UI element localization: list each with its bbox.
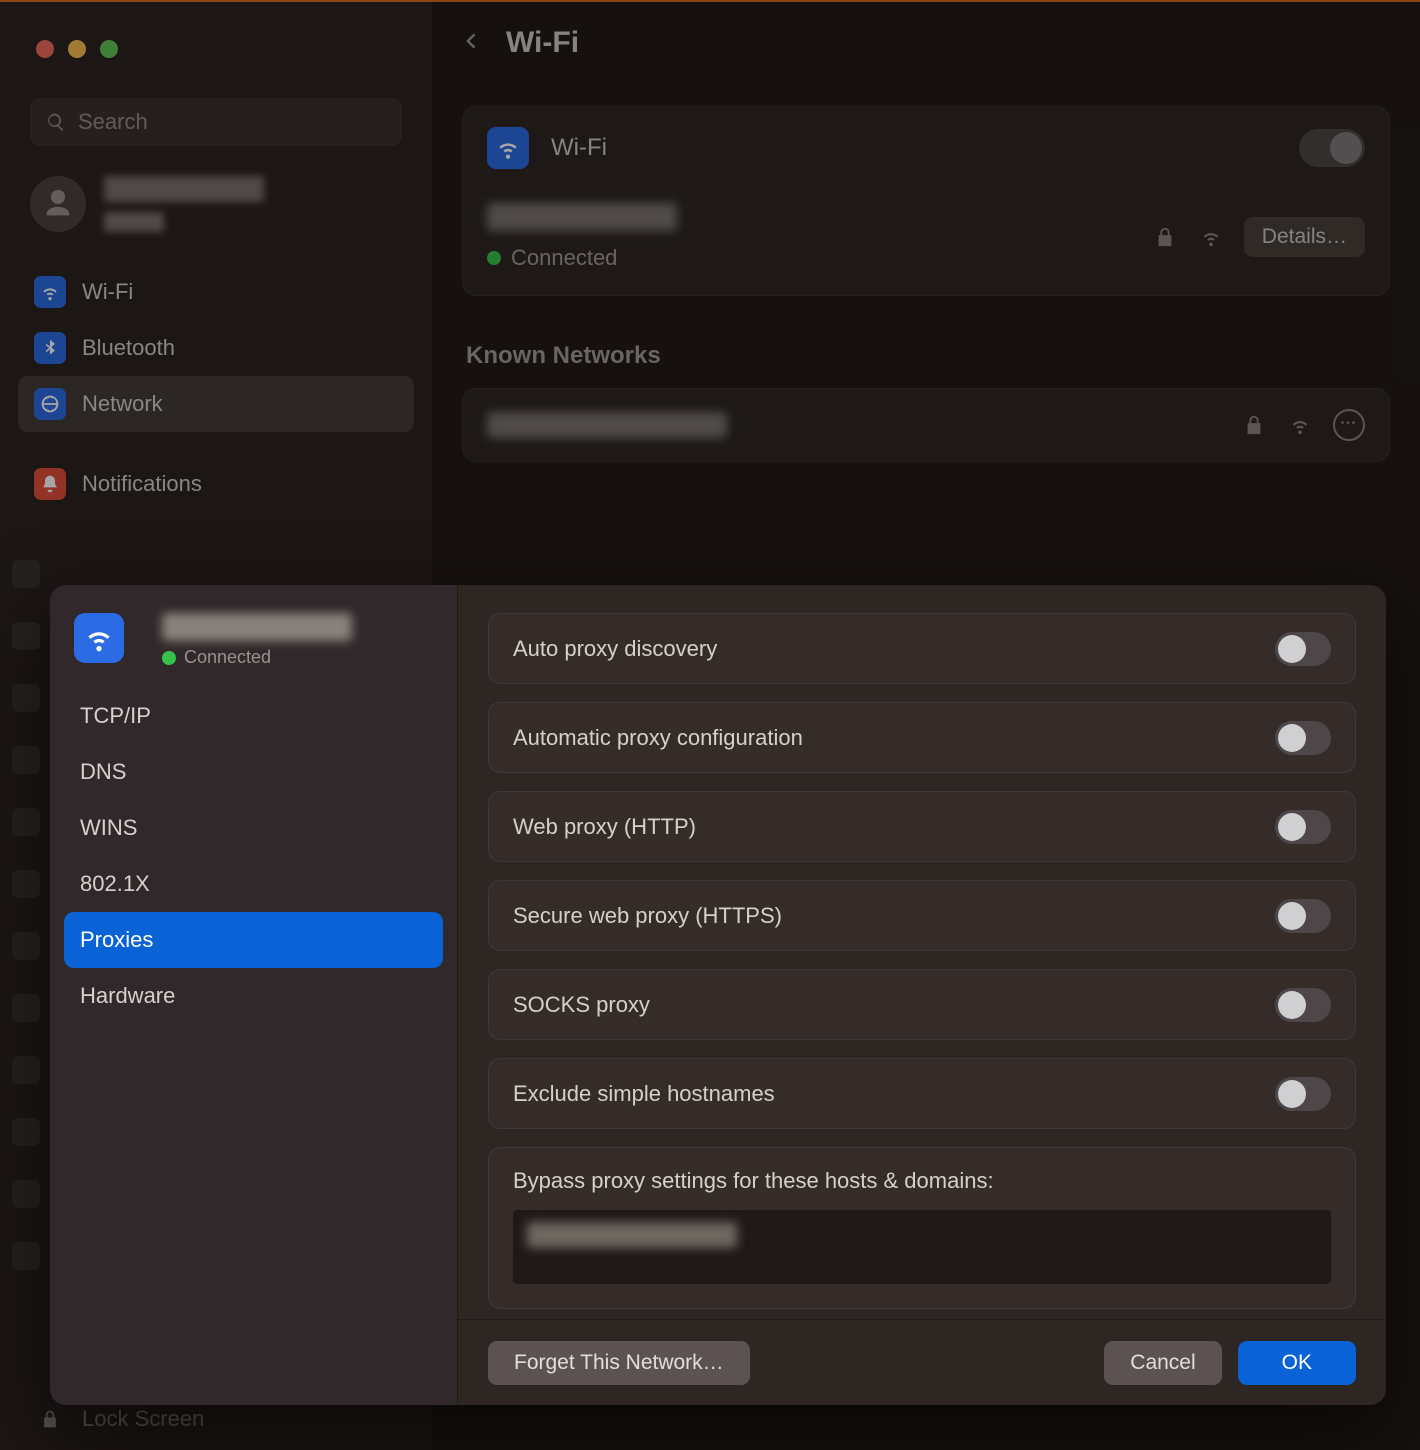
toggle-auto-proxy-discovery[interactable] xyxy=(1275,632,1331,666)
option-label: SOCKS proxy xyxy=(513,992,1275,1018)
tab-label: TCP/IP xyxy=(80,703,151,729)
tab-dns[interactable]: DNS xyxy=(64,744,443,800)
ok-button[interactable]: OK xyxy=(1238,1341,1356,1385)
tab-label: Hardware xyxy=(80,983,175,1009)
sheet-tabs: TCP/IP DNS WINS 802.1X Proxies Hardware xyxy=(50,688,457,1024)
wifi-icon xyxy=(74,613,124,663)
option-bypass-hosts: Bypass proxy settings for these hosts & … xyxy=(488,1147,1356,1309)
sheet-footer: Forget This Network… Cancel OK xyxy=(458,1319,1386,1405)
sheet-sidebar: Connected TCP/IP DNS WINS 802.1X Proxies… xyxy=(50,585,458,1405)
toggle-automatic-proxy-config[interactable] xyxy=(1275,721,1331,755)
toggle-secure-web-proxy-https[interactable] xyxy=(1275,899,1331,933)
option-socks-proxy: SOCKS proxy xyxy=(488,969,1356,1040)
tab-proxies[interactable]: Proxies xyxy=(64,912,443,968)
option-label: Exclude simple hostnames xyxy=(513,1081,1275,1107)
tab-label: 802.1X xyxy=(80,871,150,897)
proxy-options-list: Auto proxy discovery Automatic proxy con… xyxy=(458,585,1386,1319)
bypass-hosts-value-redacted xyxy=(527,1222,737,1248)
toggle-exclude-simple-hostnames[interactable] xyxy=(1275,1077,1331,1111)
tab-label: DNS xyxy=(80,759,126,785)
tab-8021x[interactable]: 802.1X xyxy=(64,856,443,912)
tab-hardware[interactable]: Hardware xyxy=(64,968,443,1024)
forget-network-button[interactable]: Forget This Network… xyxy=(488,1341,750,1385)
network-details-sheet: Connected TCP/IP DNS WINS 802.1X Proxies… xyxy=(50,585,1386,1405)
option-label: Bypass proxy settings for these hosts & … xyxy=(513,1168,1331,1194)
option-label: Secure web proxy (HTTPS) xyxy=(513,903,1275,929)
tab-wins[interactable]: WINS xyxy=(64,800,443,856)
sheet-header: Connected xyxy=(50,599,457,688)
option-label: Automatic proxy configuration xyxy=(513,725,1275,751)
sheet-main: Auto proxy discovery Automatic proxy con… xyxy=(458,585,1386,1405)
option-exclude-simple-hostnames: Exclude simple hostnames xyxy=(488,1058,1356,1129)
cancel-button[interactable]: Cancel xyxy=(1104,1341,1221,1385)
option-auto-proxy-discovery: Auto proxy discovery xyxy=(488,613,1356,684)
toggle-socks-proxy[interactable] xyxy=(1275,988,1331,1022)
sheet-network-name-redacted xyxy=(162,613,352,641)
tab-tcpip[interactable]: TCP/IP xyxy=(64,688,443,744)
bypass-hosts-textarea[interactable] xyxy=(513,1210,1331,1284)
option-label: Auto proxy discovery xyxy=(513,636,1275,662)
tab-label: WINS xyxy=(80,815,137,841)
option-automatic-proxy-config: Automatic proxy configuration xyxy=(488,702,1356,773)
toggle-web-proxy-http[interactable] xyxy=(1275,810,1331,844)
sheet-status-text: Connected xyxy=(184,647,271,668)
tab-label: Proxies xyxy=(80,927,153,953)
option-label: Web proxy (HTTP) xyxy=(513,814,1275,840)
option-secure-web-proxy-https: Secure web proxy (HTTPS) xyxy=(488,880,1356,951)
option-web-proxy-http: Web proxy (HTTP) xyxy=(488,791,1356,862)
status-dot-icon xyxy=(162,651,176,665)
